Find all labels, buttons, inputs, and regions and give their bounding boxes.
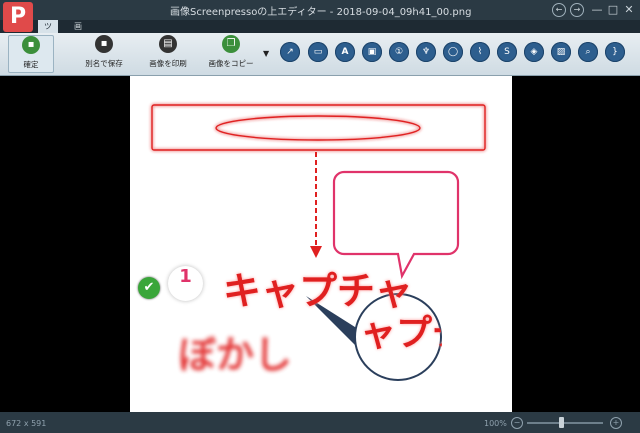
arrow-head [310,246,322,258]
copy-image-label: 画像をコピー [208,59,254,68]
ribbon-dropdown-icon[interactable]: ▼ [263,49,269,58]
zoom-slider[interactable] [527,417,603,428]
zoom-out-button[interactable]: − [511,417,523,429]
step-tool-icon[interactable]: ① [389,42,409,62]
tab-tools[interactable]: ツイ [38,20,58,44]
freehand-tool-icon[interactable]: S [497,42,517,62]
back-icon[interactable]: ← [552,3,566,17]
confirm-label: 確定 [23,60,39,69]
maximize-button[interactable]: □ [606,3,620,17]
print-label: 画像を印刷 [149,59,187,68]
magnified-content: ャプチ [356,298,442,384]
copy-image-button[interactable]: ❐ 画像をコピー [205,35,257,69]
ribbon-toolbar: ▪ 確定 ▪ 別名で保存 ▤ 画像を印刷 ❐ 画像をコピー ▼ ↗ ▭ A ▣ … [0,33,640,76]
highlight-tool-icon[interactable]: ♆ [416,42,436,62]
rectangle-annotation[interactable] [151,104,486,151]
save-icon: ▪ [22,36,40,54]
arrow-tool-icon[interactable]: ↗ [280,42,300,62]
rectangle-tool-icon[interactable]: ▭ [308,42,328,62]
image-dimensions: 672 x 591 [6,419,47,428]
save-as-button[interactable]: ▪ 別名で保存 [80,35,128,69]
tab-image[interactable]: 画像 [68,20,88,44]
zoom-percent: 100% [484,419,507,428]
zoom-slider-thumb[interactable] [559,417,565,428]
ellipse-annotation[interactable] [215,115,421,141]
callout-tool-icon[interactable]: ▣ [362,42,382,62]
window-title: 画像Screenpressoの上エディター - 2018-09-04_09h41… [170,7,472,18]
step-number-badge[interactable]: 1 [168,266,203,301]
forward-icon[interactable]: → [570,3,584,17]
print-icon: ▤ [159,35,177,53]
blurred-text-annotation[interactable]: ぼかし [178,324,292,379]
save-as-label: 別名で保存 [85,59,123,68]
magnifier-tool-icon[interactable]: ⌕ [578,42,598,62]
text-tool-icon[interactable]: A [335,42,355,62]
print-button[interactable]: ▤ 画像を印刷 [143,35,193,69]
zoom-in-button[interactable]: + [610,417,622,429]
more-tools-icon[interactable]: } [605,42,625,62]
confirm-button[interactable]: ▪ 確定 [8,35,54,73]
save-as-icon: ▪ [95,35,113,53]
polyline-tool-icon[interactable]: ⌇ [470,42,490,62]
edited-image[interactable]: 1 キャプチャ ャプチ ぼかし [130,76,512,412]
screenpresso-logo-icon[interactable]: P [3,2,33,32]
image-tool-icon[interactable]: ▨ [551,42,571,62]
minimize-button[interactable]: — [590,3,604,17]
blur-tool-icon[interactable]: ◈ [524,42,544,62]
ellipse-tool-icon[interactable]: ◯ [443,42,463,62]
close-button[interactable]: ✕ [622,3,636,17]
copy-icon: ❐ [222,35,240,53]
checkmark-icon[interactable]: ✔ [138,277,160,299]
magnified-text: ャプチ [360,313,442,354]
